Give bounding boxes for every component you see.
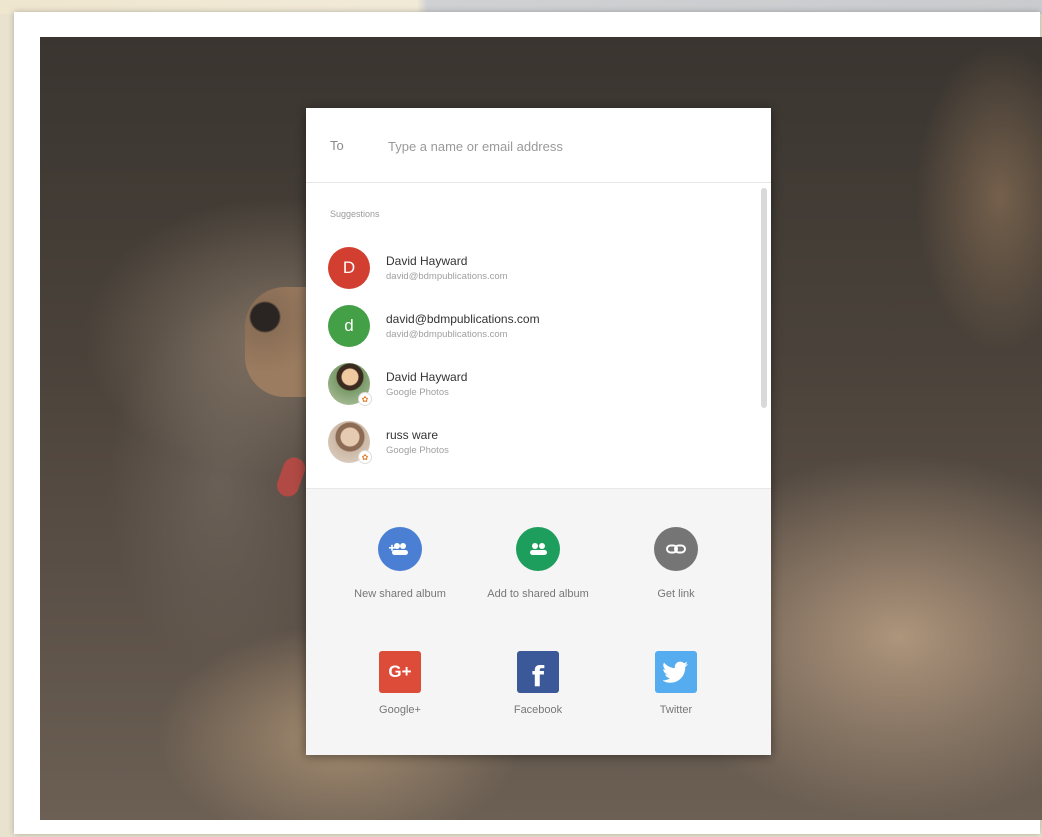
dog-tongue — [273, 454, 309, 500]
suggestions-list: Suggestions D David Hayward david@bdmpub… — [306, 183, 771, 488]
get-link-label: Get link — [657, 588, 695, 600]
suggestion-name: David Hayward — [386, 254, 468, 268]
suggestion-item[interactable]: D David Hayward david@bdmpublications.co… — [328, 247, 748, 297]
google-photos-badge-icon: ✿ — [358, 450, 372, 464]
avatar: ✿ — [328, 421, 372, 464]
add-to-shared-album-icon — [516, 527, 560, 571]
suggestion-item[interactable]: ✿ russ ware Google Photos — [328, 421, 748, 471]
google-photos-badge-icon: ✿ — [358, 392, 372, 406]
google-plus-icon: G+ — [379, 651, 421, 693]
add-to-shared-album-label: Add to shared album — [487, 588, 589, 600]
share-dialog: To Suggestions D David Hayward david@bdm… — [306, 108, 771, 755]
facebook-button[interactable]: f Facebook — [478, 651, 598, 721]
suggestion-item[interactable]: d david@bdmpublications.com david@bdmpub… — [328, 305, 748, 355]
suggestion-item[interactable]: ✿ David Hayward Google Photos — [328, 363, 748, 413]
facebook-label: Facebook — [513, 704, 563, 716]
new-shared-album-button[interactable]: New shared album — [340, 527, 460, 605]
twitter-button[interactable]: Twitter — [616, 651, 736, 721]
suggestion-detail: david@bdmpublications.com — [386, 271, 508, 282]
link-icon — [654, 527, 698, 571]
suggestions-scrollbar[interactable] — [761, 184, 767, 489]
google-plus-button[interactable]: G+ Google+ — [340, 651, 460, 721]
avatar: d — [328, 305, 370, 347]
recipient-input[interactable] — [386, 132, 720, 160]
suggestions-heading: Suggestions — [330, 209, 380, 219]
twitter-icon — [655, 651, 697, 693]
avatar: D — [328, 247, 370, 289]
dog-nose — [245, 287, 315, 397]
recipient-row: To — [306, 108, 771, 183]
new-shared-album-icon — [378, 527, 422, 571]
scroll-thumb[interactable] — [761, 188, 767, 408]
share-actions: New shared album Add to shared album Get… — [306, 488, 771, 755]
twitter-label: Twitter — [659, 704, 693, 716]
suggestion-name: russ ware — [386, 428, 439, 442]
new-shared-album-label: New shared album — [354, 588, 446, 600]
google-plus-label: Google+ — [379, 704, 421, 716]
suggestion-name: David Hayward — [386, 370, 468, 384]
suggestion-detail: Google Photos — [386, 445, 449, 456]
suggestion-name: david@bdmpublications.com — [386, 312, 540, 326]
facebook-icon: f — [517, 651, 559, 693]
get-link-button[interactable]: Get link — [616, 527, 736, 605]
to-label: To — [330, 138, 344, 153]
add-to-shared-album-button[interactable]: Add to shared album — [478, 527, 598, 605]
suggestion-detail: Google Photos — [386, 387, 449, 398]
suggestion-detail: david@bdmpublications.com — [386, 329, 508, 340]
avatar: ✿ — [328, 363, 372, 406]
